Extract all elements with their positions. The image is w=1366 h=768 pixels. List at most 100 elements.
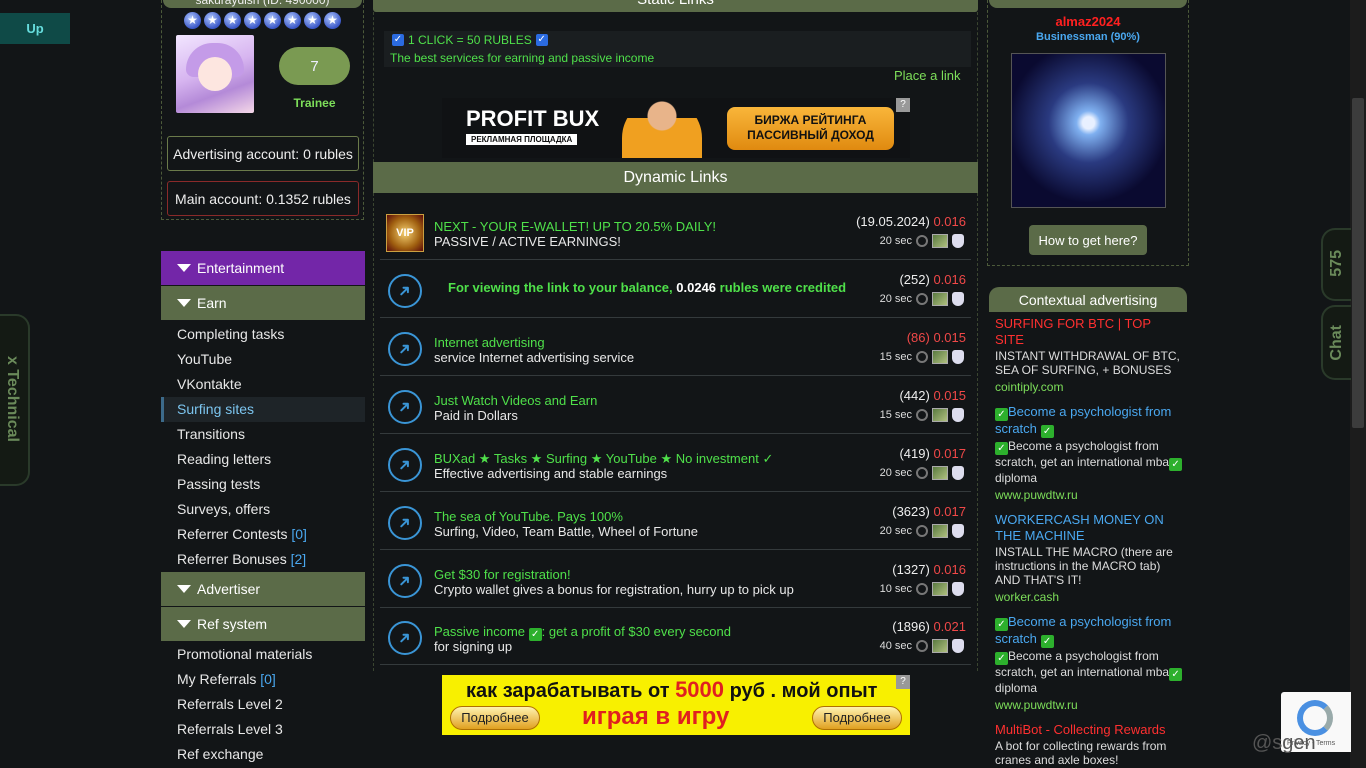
image-icon[interactable] bbox=[932, 408, 948, 422]
banner2-amount: 5000 bbox=[675, 677, 725, 702]
link-title[interactable]: Just Watch Videos and Earn bbox=[434, 393, 597, 408]
chat-side-tab[interactable]: Chat bbox=[1321, 305, 1351, 380]
advertising-account[interactable]: Advertising account: 0 rubles bbox=[167, 136, 359, 171]
image-icon[interactable] bbox=[932, 234, 948, 248]
link-row[interactable]: ➜ The sea of YouTube. Pays 100% Surfing,… bbox=[380, 498, 971, 550]
search-icon[interactable] bbox=[916, 235, 928, 247]
ad-url[interactable]: cointiply.com bbox=[995, 380, 1183, 394]
menu-item-surfing-sites[interactable]: Surfing sites bbox=[161, 397, 365, 422]
link-time: 40 sec bbox=[879, 640, 912, 652]
link-row[interactable]: VIP NEXT - YOUR E-WALLET! UP TO 20.5% DA… bbox=[380, 208, 971, 260]
menu-item-transitions[interactable]: Transitions bbox=[161, 422, 365, 447]
avatar[interactable] bbox=[176, 35, 254, 113]
ad-title[interactable]: ✓ Become a psychologist from scratch ✓ bbox=[995, 614, 1183, 648]
menu-item-promotional-materials[interactable]: Promotional materials bbox=[161, 642, 365, 667]
shield-icon[interactable] bbox=[952, 350, 964, 364]
place-link-button[interactable]: Place a link bbox=[894, 68, 960, 83]
counter-side-tab[interactable]: 575 bbox=[1321, 228, 1351, 301]
shield-icon[interactable] bbox=[952, 639, 964, 653]
technical-side-tab[interactable]: x Technical bbox=[0, 314, 30, 486]
menu-earn[interactable]: Earn bbox=[161, 286, 365, 320]
image-icon[interactable] bbox=[932, 350, 948, 364]
shield-icon[interactable] bbox=[952, 524, 964, 538]
menu-item-surveys-offers[interactable]: Surveys, offers bbox=[161, 497, 365, 522]
image-icon[interactable] bbox=[932, 582, 948, 596]
ad-title[interactable]: MultiBot - Collecting Rewards bbox=[995, 722, 1183, 738]
menu-ref-system[interactable]: Ref system bbox=[161, 607, 365, 641]
menu-advertiser[interactable]: Advertiser bbox=[161, 572, 365, 606]
ad-item[interactable]: SURFING FOR BTC | TOP SITE INSTANT WITHD… bbox=[995, 316, 1183, 394]
up-button[interactable]: Up bbox=[0, 13, 70, 44]
star-icon: ★ bbox=[244, 12, 261, 29]
menu-item-completing-tasks[interactable]: Completing tasks bbox=[161, 322, 365, 347]
link-meta: (3623) 0.017 bbox=[892, 504, 966, 519]
hall-of-fame-avatar[interactable] bbox=[1011, 53, 1166, 208]
link-title[interactable]: Get $30 for registration! bbox=[434, 567, 571, 582]
profitbux-banner[interactable]: PROFIT BUX РЕКЛАМНАЯ ПЛОЩАДКА БИРЖА РЕЙТ… bbox=[442, 98, 910, 158]
menu-item-vkontakte[interactable]: VKontakte bbox=[161, 372, 365, 397]
hall-of-fame-user[interactable]: almaz2024 bbox=[989, 14, 1187, 29]
star-icon: ★ bbox=[224, 12, 241, 29]
menu-item-referrals-level-3[interactable]: Referrals Level 3 bbox=[161, 717, 365, 742]
shield-icon[interactable] bbox=[952, 234, 964, 248]
menu-item-referrer-contests[interactable]: Referrer Contests [0] bbox=[161, 522, 365, 547]
link-row[interactable]: ➜ Internet advertising service Internet … bbox=[380, 324, 971, 376]
scrollbar-thumb[interactable] bbox=[1352, 98, 1364, 428]
link-title[interactable]: BUXad ★ Tasks ★ Surfing ★ YouTube ★ No i… bbox=[434, 451, 773, 467]
how-to-get-here-button[interactable]: How to get here? bbox=[1029, 225, 1147, 255]
more-button[interactable]: Подробнее bbox=[812, 706, 902, 730]
link-time: 15 sec bbox=[879, 351, 912, 363]
credit-suffix: rubles were credited bbox=[716, 280, 847, 295]
ad-url[interactable]: www.puwdtw.ru bbox=[995, 698, 1183, 712]
search-icon[interactable] bbox=[916, 583, 928, 595]
shield-icon[interactable] bbox=[952, 582, 964, 596]
link-row[interactable]: ➜ Passive income ✓: get a profit of $30 … bbox=[380, 613, 971, 665]
click-offer-link[interactable]: ✓ 1 CLICK = 50 RUBLES ✓ bbox=[392, 33, 548, 47]
ad-title[interactable]: WORKERCASH MONEY ON THE MACHINE bbox=[995, 512, 1183, 544]
link-title[interactable]: Internet advertising bbox=[434, 335, 545, 350]
image-icon[interactable] bbox=[932, 524, 948, 538]
ad-item[interactable]: ✓ Become a psychologist from scratch ✓ ✓ B… bbox=[995, 614, 1183, 712]
menu-item-reading-letters[interactable]: Reading letters bbox=[161, 447, 365, 472]
more-button[interactable]: Подробнее bbox=[450, 706, 540, 730]
ad-url[interactable]: worker.cash bbox=[995, 590, 1183, 604]
game-earnings-banner[interactable]: как зарабатывать от 5000 руб . мой опыт … bbox=[442, 675, 910, 735]
menu-item-referrer-bonuses[interactable]: Referrer Bonuses [2] bbox=[161, 547, 365, 572]
shield-icon[interactable] bbox=[952, 292, 964, 306]
search-icon[interactable] bbox=[916, 525, 928, 537]
main-account[interactable]: Main account: 0.1352 rubles bbox=[167, 181, 359, 216]
image-icon[interactable] bbox=[932, 639, 948, 653]
link-row[interactable]: ➜ BUXad ★ Tasks ★ Surfing ★ YouTube ★ No… bbox=[380, 440, 971, 492]
menu-entertainment[interactable]: Entertainment bbox=[161, 251, 365, 285]
shield-icon[interactable] bbox=[952, 408, 964, 422]
link-title[interactable]: NEXT - YOUR E-WALLET! UP TO 20.5% DAILY! bbox=[434, 219, 716, 234]
ad-item[interactable]: MultiBot - Collecting Rewards A bot for … bbox=[995, 722, 1183, 767]
image-icon[interactable] bbox=[932, 466, 948, 480]
menu-item-passing-tests[interactable]: Passing tests bbox=[161, 472, 365, 497]
image-icon[interactable] bbox=[932, 292, 948, 306]
banner2-text: руб . мой опыт bbox=[724, 680, 878, 702]
ad-description: ✓ Become a psychologist from scratch, get… bbox=[995, 439, 1183, 485]
link-row[interactable]: ➜ Just Watch Videos and Earn Paid in Dol… bbox=[380, 382, 971, 434]
link-row[interactable]: ➜ Get $30 for registration! Crypto walle… bbox=[380, 556, 971, 608]
help-icon[interactable]: ? bbox=[896, 675, 910, 689]
help-icon[interactable]: ? bbox=[896, 98, 910, 112]
link-title[interactable]: The sea of YouTube. Pays 100% bbox=[434, 509, 623, 524]
menu-item-referrals-level-2[interactable]: Referrals Level 2 bbox=[161, 692, 365, 717]
ad-url[interactable]: www.puwdtw.ru bbox=[995, 488, 1183, 502]
shield-icon[interactable] bbox=[952, 466, 964, 480]
menu-item-my-referrals[interactable]: My Referrals [0] bbox=[161, 667, 365, 692]
link-row[interactable]: ➜ For viewing the link to your balance, … bbox=[380, 266, 971, 318]
menu-item-youtube[interactable]: YouTube bbox=[161, 347, 365, 372]
search-icon[interactable] bbox=[916, 293, 928, 305]
search-icon[interactable] bbox=[916, 409, 928, 421]
ad-title[interactable]: SURFING FOR BTC | TOP SITE bbox=[995, 316, 1183, 348]
ad-title[interactable]: ✓ Become a psychologist from scratch ✓ bbox=[995, 404, 1183, 438]
menu-item-ref-exchange[interactable]: Ref exchange bbox=[161, 742, 365, 767]
ad-item[interactable]: ✓ Become a psychologist from scratch ✓ ✓ B… bbox=[995, 404, 1183, 502]
check-icon: ✓ bbox=[995, 442, 1008, 455]
ad-item[interactable]: WORKERCASH MONEY ON THE MACHINE INSTALL … bbox=[995, 512, 1183, 604]
search-icon[interactable] bbox=[916, 467, 928, 479]
search-icon[interactable] bbox=[916, 351, 928, 363]
search-icon[interactable] bbox=[916, 640, 928, 652]
